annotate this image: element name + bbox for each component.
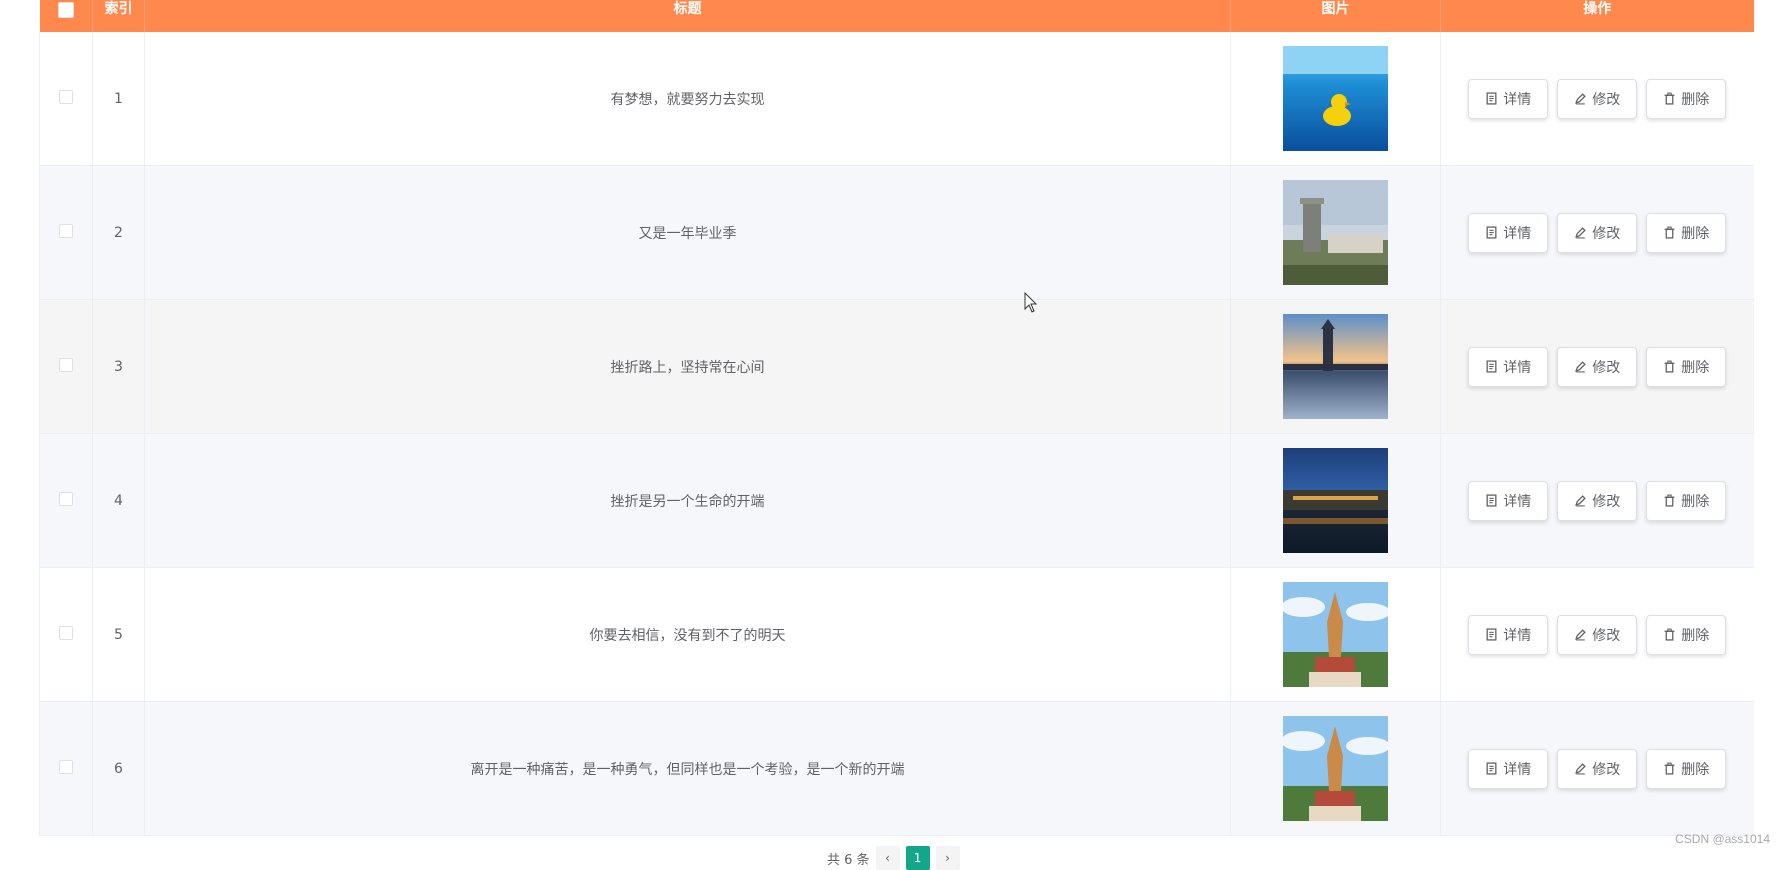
trash-icon bbox=[1664, 360, 1675, 373]
trash-icon bbox=[1664, 92, 1675, 105]
row-title: 挫折是另一个生命的开端 bbox=[144, 433, 1231, 568]
mouse-cursor-icon bbox=[1024, 292, 1038, 313]
table-row: 6 离开是一种痛苦，是一种勇气，但同样也是一个考验，是一个新的开端 详情 修改 … bbox=[39, 701, 1754, 836]
document-icon bbox=[1486, 762, 1497, 775]
prev-page-button[interactable]: ‹ bbox=[875, 846, 900, 870]
row-title: 挫折路上，坚持常在心间 bbox=[144, 299, 1231, 434]
header-title: 标题 bbox=[144, 0, 1231, 32]
header-index: 索引 bbox=[92, 0, 145, 32]
row-checkbox[interactable] bbox=[59, 89, 73, 104]
row-checkbox[interactable] bbox=[59, 357, 73, 372]
header-image: 图片 bbox=[1230, 0, 1441, 32]
row-index: 4 bbox=[92, 433, 145, 568]
document-icon bbox=[1486, 494, 1497, 507]
document-icon bbox=[1486, 92, 1497, 105]
row-thumbnail[interactable] bbox=[1283, 314, 1388, 419]
table-row: 4 挫折是另一个生命的开端 详情 修改 删除 bbox=[39, 433, 1754, 568]
watermark: CSDN @ass1014 bbox=[1675, 832, 1770, 846]
page-number-button[interactable]: 1 bbox=[905, 846, 930, 870]
chevron-right-icon: › bbox=[945, 851, 950, 865]
trash-icon bbox=[1664, 762, 1675, 775]
pagination: 共 6 条 ‹ 1 › bbox=[827, 846, 960, 870]
row-checkbox[interactable] bbox=[59, 625, 73, 640]
delete-button[interactable]: 删除 bbox=[1646, 748, 1727, 789]
row-index: 2 bbox=[92, 165, 145, 300]
pencil-icon bbox=[1575, 495, 1587, 507]
detail-button[interactable]: 详情 bbox=[1468, 78, 1549, 119]
trash-icon bbox=[1664, 494, 1675, 507]
document-icon bbox=[1486, 226, 1497, 239]
document-icon bbox=[1486, 628, 1497, 641]
row-checkbox[interactable] bbox=[59, 759, 73, 774]
delete-button[interactable]: 删除 bbox=[1646, 346, 1727, 387]
row-thumbnail[interactable] bbox=[1283, 46, 1388, 151]
table-row: 3 挫折路上，坚持常在心间 详情 修改 删除 bbox=[39, 299, 1754, 434]
row-index: 5 bbox=[92, 567, 145, 702]
detail-button[interactable]: 详情 bbox=[1468, 748, 1549, 789]
select-all-checkbox[interactable] bbox=[57, 2, 74, 18]
delete-button[interactable]: 删除 bbox=[1646, 480, 1727, 521]
edit-button[interactable]: 修改 bbox=[1557, 614, 1638, 655]
pencil-icon bbox=[1575, 361, 1587, 373]
pencil-icon bbox=[1575, 93, 1587, 105]
header-actions: 操作 bbox=[1440, 0, 1754, 32]
row-index: 3 bbox=[92, 299, 145, 434]
edit-button[interactable]: 修改 bbox=[1557, 748, 1638, 789]
detail-button[interactable]: 详情 bbox=[1468, 212, 1549, 253]
detail-button[interactable]: 详情 bbox=[1468, 614, 1549, 655]
row-title: 又是一年毕业季 bbox=[144, 165, 1231, 300]
trash-icon bbox=[1664, 226, 1675, 239]
document-icon bbox=[1486, 360, 1497, 373]
select-all-cell bbox=[39, 0, 93, 32]
row-title: 离开是一种痛苦，是一种勇气，但同样也是一个考验，是一个新的开端 bbox=[144, 701, 1231, 836]
trash-icon bbox=[1664, 628, 1675, 641]
next-page-button[interactable]: › bbox=[935, 846, 960, 870]
row-index: 1 bbox=[92, 32, 145, 166]
detail-button[interactable]: 详情 bbox=[1468, 346, 1549, 387]
pencil-icon bbox=[1575, 227, 1587, 239]
row-title: 有梦想，就要努力去实现 bbox=[144, 32, 1231, 166]
delete-button[interactable]: 删除 bbox=[1646, 212, 1727, 253]
table-row: 2 又是一年毕业季 详情 修改 删除 bbox=[39, 165, 1754, 300]
row-thumbnail[interactable] bbox=[1283, 180, 1388, 285]
data-table: 索引 标题 图片 操作 1 有梦想，就要努力去实现 详情 修改 删除 2 又是一… bbox=[39, 0, 1754, 836]
pencil-icon bbox=[1575, 763, 1587, 775]
edit-button[interactable]: 修改 bbox=[1557, 78, 1638, 119]
pagination-total: 共 6 条 bbox=[827, 852, 870, 868]
table-row: 1 有梦想，就要努力去实现 详情 修改 删除 bbox=[39, 32, 1754, 166]
row-thumbnail[interactable] bbox=[1283, 448, 1388, 553]
edit-button[interactable]: 修改 bbox=[1557, 212, 1638, 253]
row-thumbnail[interactable] bbox=[1283, 716, 1388, 821]
row-index: 6 bbox=[92, 701, 145, 836]
pencil-icon bbox=[1575, 629, 1587, 641]
chevron-left-icon: ‹ bbox=[885, 851, 890, 865]
detail-button[interactable]: 详情 bbox=[1468, 480, 1549, 521]
row-checkbox[interactable] bbox=[59, 223, 73, 238]
row-checkbox[interactable] bbox=[59, 491, 73, 506]
row-thumbnail[interactable] bbox=[1283, 582, 1388, 687]
row-title: 你要去相信，没有到不了的明天 bbox=[144, 567, 1231, 702]
table-header: 索引 标题 图片 操作 bbox=[39, 0, 1754, 32]
table-row: 5 你要去相信，没有到不了的明天 详情 修改 删除 bbox=[39, 567, 1754, 702]
delete-button[interactable]: 删除 bbox=[1646, 614, 1727, 655]
edit-button[interactable]: 修改 bbox=[1557, 346, 1638, 387]
delete-button[interactable]: 删除 bbox=[1646, 78, 1727, 119]
edit-button[interactable]: 修改 bbox=[1557, 480, 1638, 521]
